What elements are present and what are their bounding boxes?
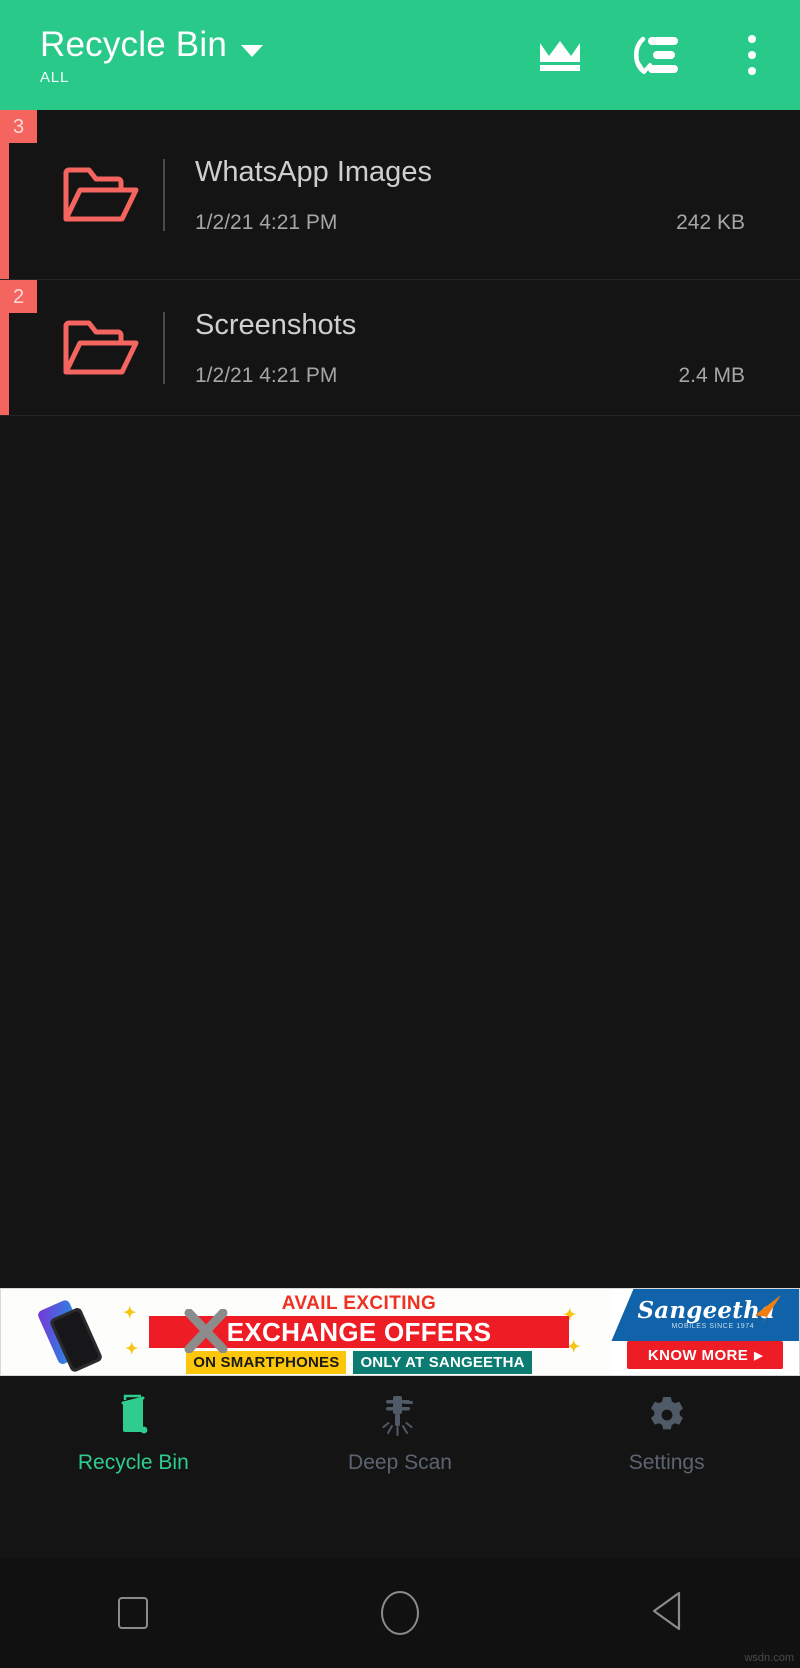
folder-date: 1/2/21 4:21 PM (195, 363, 338, 387)
recents-button[interactable] (0, 1597, 267, 1629)
x-cross-icon (183, 1308, 229, 1354)
system-navigation-bar: wsdn.com (0, 1558, 800, 1668)
sparkle-icon: ✦ (567, 1339, 581, 1356)
trash-bin-icon (116, 1394, 150, 1436)
overflow-menu-button[interactable] (704, 0, 800, 110)
open-folder-icon (38, 164, 163, 226)
ad-offer-band: EXCHANGE OFFERS (149, 1308, 569, 1354)
app-bar: Recycle Bin ALL (0, 0, 800, 110)
ad-headline: AVAIL EXCITING (281, 1293, 437, 1314)
ad-brand-tagline: MOBILES SINCE 1974 (671, 1323, 755, 1330)
nav-label-settings: Settings (628, 1451, 705, 1474)
nav-item-settings[interactable]: Settings (533, 1378, 800, 1490)
watermark-text: wsdn.com (744, 1652, 794, 1664)
recycle-bin-list: 3 WhatsApp Images 1/2/21 4:21 PM 242 KB … (0, 110, 800, 416)
nav-label-recycle-bin: Recycle Bin (77, 1451, 189, 1474)
smartphone-graphic (31, 1299, 109, 1373)
square-icon (118, 1597, 149, 1629)
nav-label-deep-scan: Deep Scan (348, 1451, 452, 1474)
title-dropdown[interactable]: Recycle Bin (40, 25, 263, 65)
nav-item-deep-scan[interactable]: Deep Scan (267, 1378, 534, 1490)
app-bar-titles: Recycle Bin ALL (40, 25, 263, 86)
sparkle-icon: ✦ (125, 1341, 139, 1358)
folder-size: 242 KB (676, 210, 745, 234)
know-more-button[interactable]: KNOW MORE ▶ (627, 1341, 784, 1369)
ad-tags: ON SMARTPHONES ONLY AT SANGEETHA (149, 1351, 569, 1374)
brand-arrow-icon (743, 1293, 785, 1338)
page-title: Recycle Bin (40, 24, 227, 64)
circle-icon (381, 1591, 419, 1635)
folder-name: Screenshots (195, 308, 357, 341)
folder-date: 1/2/21 4:21 PM (195, 210, 338, 234)
chevron-down-icon[interactable] (241, 44, 263, 57)
ad-tag-right: ONLY AT SANGEETHA (353, 1351, 532, 1374)
nav-item-recycle-bin[interactable]: Recycle Bin (0, 1378, 267, 1490)
back-button[interactable] (533, 1590, 800, 1637)
open-folder-icon (38, 317, 163, 379)
know-more-label: KNOW MORE (647, 1346, 749, 1364)
ad-right-panel: Sangeetha MOBILES SINCE 1974 KNOW MORE ▶ (611, 1289, 799, 1375)
sparkle-icon: ✦ (123, 1305, 137, 1322)
bottom-navigation: Recycle Bin Deep Scan Settings (0, 1378, 800, 1490)
home-button[interactable] (267, 1591, 534, 1635)
ad-tag-left: ON SMARTPHONES (186, 1351, 347, 1374)
status-badge: 2 (0, 280, 37, 313)
app-bar-actions (512, 0, 800, 110)
kebab-menu-icon (748, 35, 756, 75)
filter-subtitle: ALL (40, 68, 70, 86)
status-badge: 3 (0, 110, 37, 143)
jackhammer-icon (381, 1394, 419, 1436)
triangle-back-icon (649, 1590, 685, 1637)
premium-crown-button[interactable] (512, 0, 608, 110)
advertisement-banner[interactable]: ✦ ✦ ✦ ✦ AVAIL EXCITING EXCHANGE OFFERS O… (0, 1288, 800, 1376)
table-row[interactable]: 3 WhatsApp Images 1/2/21 4:21 PM 242 KB (0, 110, 800, 280)
folder-name: WhatsApp Images (195, 155, 432, 188)
sort-list-icon (632, 35, 680, 75)
ad-copy: AVAIL EXCITING EXCHANGE OFFERS ON SMARTP… (149, 1293, 569, 1374)
sort-button[interactable] (608, 0, 704, 110)
folder-size: 2.4 MB (678, 363, 745, 387)
crown-icon (538, 38, 582, 72)
gear-icon (647, 1394, 687, 1436)
table-row[interactable]: 2 Screenshots 1/2/21 4:21 PM 2.4 MB (0, 280, 800, 416)
ad-left-panel: ✦ ✦ ✦ ✦ AVAIL EXCITING EXCHANGE OFFERS O… (1, 1289, 612, 1375)
chevron-right-icon: ▶ (754, 1349, 764, 1362)
ad-offer-text: EXCHANGE OFFERS (226, 1317, 492, 1347)
